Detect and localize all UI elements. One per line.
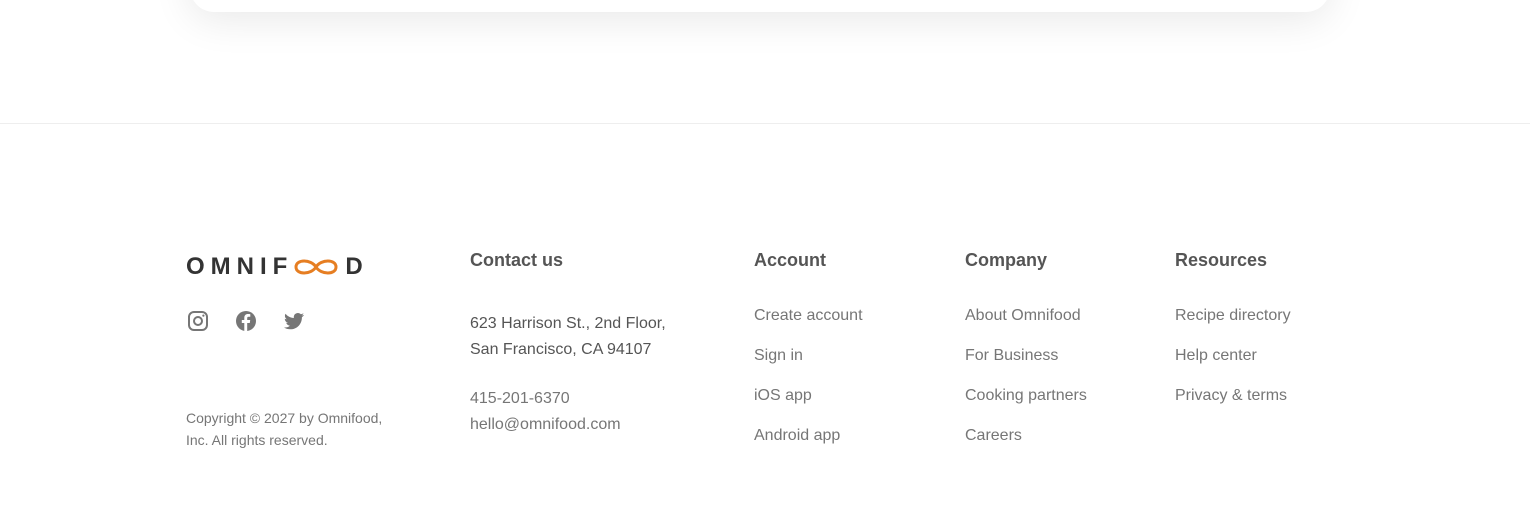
account-link-create-account[interactable]: Create account [754,306,934,326]
previous-section-card [190,0,1330,12]
address-line-2: San Francisco, CA 94107 [470,341,652,358]
resources-link-recipe-directory[interactable]: Recipe directory [1175,306,1355,326]
resources-title: Resources [1175,250,1268,270]
company-title: Company [965,250,1048,270]
resources-column: Resources Recipe directory Help center P… [1175,249,1355,426]
twitter-icon[interactable] [282,309,306,333]
company-link-for-business[interactable]: For Business [965,346,1145,366]
social-links [186,309,426,333]
resources-link-help-center[interactable]: Help center [1175,346,1355,366]
account-links: Create account Sign in iOS app Android a… [754,306,934,446]
phone-link[interactable]: 415-201-6370 [470,386,720,412]
contact-details: 415-201-6370 hello@omnifood.com [470,386,720,438]
infinity-icon [294,259,338,275]
company-column: Company About Omnifood For Business Cook… [965,249,1145,466]
company-link-cooking-partners[interactable]: Cooking partners [965,386,1145,406]
account-link-sign-in[interactable]: Sign in [754,346,934,366]
logo-text-start: OMNIF [186,253,294,280]
copyright-line-1: Copyright © 2027 by Omnifood, [186,410,383,426]
footer-brand-column: OMNIF D Copyright © 2027 by Omnifood, In… [186,249,426,451]
account-link-ios-app[interactable]: iOS app [754,386,934,406]
account-column: Account Create account Sign in iOS app A… [754,249,934,466]
company-link-careers[interactable]: Careers [965,426,1145,446]
account-link-android-app[interactable]: Android app [754,426,934,446]
contact-title: Contact us [470,250,564,270]
instagram-icon[interactable] [186,309,210,333]
address-line-1: 623 Harrison St., 2nd Floor, [470,315,666,332]
company-link-about[interactable]: About Omnifood [965,306,1145,326]
omnifood-logo[interactable]: OMNIF D [186,251,426,283]
account-title: Account [754,250,826,270]
logo-text-end: D [345,253,369,280]
contact-address: 623 Harrison St., 2nd Floor, San Francis… [470,311,720,363]
company-links: About Omnifood For Business Cooking part… [965,306,1145,446]
copyright-text: Copyright © 2027 by Omnifood, Inc. All r… [186,407,406,451]
resources-link-privacy-terms[interactable]: Privacy & terms [1175,386,1355,406]
site-footer: OMNIF D Copyright © 2027 by Omnifood, In… [0,123,1530,520]
contact-column: Contact us 623 Harrison St., 2nd Floor, … [470,249,720,438]
copyright-line-2: Inc. All rights reserved. [186,432,328,448]
email-link[interactable]: hello@omnifood.com [470,412,720,438]
facebook-icon[interactable] [234,309,258,333]
resources-links: Recipe directory Help center Privacy & t… [1175,306,1355,406]
